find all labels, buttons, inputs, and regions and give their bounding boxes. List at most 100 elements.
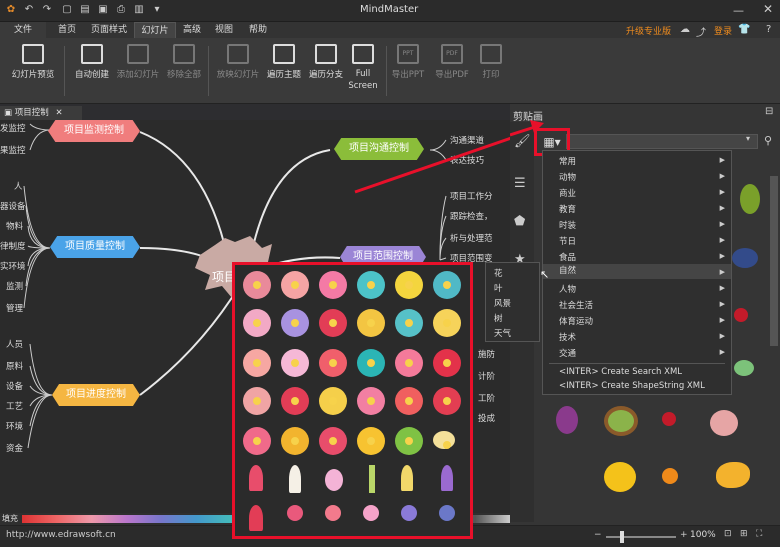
menu-item-business[interactable]: 商业 bbox=[559, 187, 576, 199]
flower-clipart[interactable] bbox=[439, 505, 455, 521]
more-icon[interactable]: ▾ bbox=[150, 3, 164, 17]
submenu-item-trees[interactable]: 树 bbox=[494, 312, 503, 324]
tab-home[interactable]: 首页 bbox=[50, 22, 84, 38]
traverse-topic-button[interactable]: 遍历主题 bbox=[264, 44, 304, 80]
menu-item-nature[interactable]: 自然 bbox=[543, 264, 731, 279]
redo-icon[interactable]: ↷ bbox=[40, 3, 54, 17]
menu-item-festival[interactable]: 节日 bbox=[559, 235, 576, 247]
zoom-slider-handle[interactable] bbox=[620, 531, 624, 543]
flower-clipart[interactable] bbox=[281, 387, 309, 415]
flower-clipart[interactable] bbox=[319, 387, 347, 415]
zoom-in-icon[interactable]: + bbox=[680, 530, 688, 540]
menu-item-technology[interactable]: 技术 bbox=[559, 331, 576, 343]
kumquat-clipart[interactable] bbox=[662, 468, 678, 484]
scrollbar[interactable] bbox=[770, 176, 778, 346]
flower-clipart[interactable] bbox=[395, 309, 423, 337]
menu-item-social-life[interactable]: 社会生活 bbox=[559, 299, 593, 311]
tab-slides[interactable]: 幻灯片 bbox=[134, 22, 176, 38]
pin-icon[interactable]: ⊟ bbox=[765, 106, 773, 117]
flower-clipart[interactable] bbox=[433, 431, 455, 449]
upgrade-link[interactable]: 升级专业版 bbox=[626, 24, 671, 37]
cloud-icon[interactable]: ☁ bbox=[680, 24, 690, 35]
flower-clipart[interactable] bbox=[319, 309, 347, 337]
search-dropdown-icon[interactable]: ▾ bbox=[746, 134, 750, 143]
rose-clipart[interactable] bbox=[249, 505, 263, 531]
new-icon[interactable]: ▢ bbox=[60, 3, 74, 17]
file-menu[interactable]: 文件 bbox=[0, 22, 46, 38]
minimize-button[interactable]: — bbox=[733, 4, 744, 17]
print-icon[interactable]: ⎙ bbox=[114, 3, 128, 17]
submenu-item-landscape[interactable]: 风景 bbox=[494, 297, 511, 309]
flower-clipart[interactable] bbox=[433, 387, 461, 415]
flower-clipart[interactable] bbox=[357, 309, 385, 337]
cherry-clipart[interactable] bbox=[734, 308, 748, 322]
remove-all-button[interactable]: 移除全部 bbox=[164, 44, 204, 80]
flower-clipart[interactable] bbox=[395, 271, 423, 299]
help-icon[interactable]: ? bbox=[766, 24, 771, 35]
fit-page-icon[interactable]: ⊡ bbox=[724, 529, 732, 539]
menu-item-sports[interactable]: 体育运动 bbox=[559, 315, 593, 327]
flower-clipart[interactable] bbox=[357, 349, 385, 377]
flower-clipart[interactable] bbox=[395, 349, 423, 377]
menu-item-create-search-xml[interactable]: <INTER> Create Search XML bbox=[559, 367, 682, 377]
fruit-clipart[interactable] bbox=[740, 184, 760, 214]
flower-clipart[interactable] bbox=[243, 387, 271, 415]
flower-clipart[interactable] bbox=[243, 349, 271, 377]
flower-clipart[interactable] bbox=[319, 427, 347, 455]
print-button[interactable]: 打印 bbox=[476, 44, 506, 80]
tulip-clipart[interactable] bbox=[441, 465, 453, 491]
tab-view[interactable]: 视图 bbox=[210, 22, 238, 38]
menu-item-food[interactable]: 食品 bbox=[559, 251, 576, 263]
login-link[interactable]: 登录 bbox=[714, 24, 732, 37]
tab-advanced[interactable]: 高级 bbox=[178, 22, 206, 38]
close-tab-icon[interactable]: ✕ bbox=[55, 108, 62, 118]
menu-item-transport[interactable]: 交通 bbox=[559, 347, 576, 359]
flower-clipart[interactable] bbox=[395, 427, 423, 455]
menu-item-fashion[interactable]: 时装 bbox=[559, 219, 576, 231]
full-screen-button[interactable]: Full Screen bbox=[346, 44, 380, 92]
calla-lily-clipart[interactable] bbox=[289, 465, 301, 493]
add-slide-button[interactable]: 添加幻灯片 bbox=[114, 44, 162, 80]
menu-item-animals[interactable]: 动物 bbox=[559, 171, 576, 183]
flower-clipart[interactable] bbox=[243, 309, 271, 337]
flower-clipart[interactable] bbox=[395, 387, 423, 415]
cherry-clipart[interactable] bbox=[662, 412, 676, 426]
mango-clipart[interactable] bbox=[716, 462, 750, 488]
export-pdf-button[interactable]: PDF 导出PDF bbox=[430, 44, 474, 80]
zoom-slider[interactable] bbox=[606, 536, 676, 538]
bud-clipart[interactable] bbox=[369, 465, 375, 493]
lemon-clipart[interactable] bbox=[604, 462, 636, 492]
flower-clipart[interactable] bbox=[243, 427, 271, 455]
document-tab[interactable]: ▣ 项目控制 ✕ bbox=[0, 106, 82, 120]
fit-width-icon[interactable]: ⊞ bbox=[740, 529, 748, 539]
export-icon[interactable]: ▥ bbox=[132, 3, 146, 17]
tab-help[interactable]: 帮助 bbox=[244, 22, 272, 38]
flower-clipart[interactable] bbox=[433, 349, 461, 377]
submenu-item-leaves[interactable]: 叶 bbox=[494, 282, 503, 294]
kiwi-clipart[interactable] bbox=[604, 406, 638, 436]
flower-clipart[interactable] bbox=[433, 309, 461, 337]
flower-clipart[interactable] bbox=[319, 271, 347, 299]
submenu-item-flowers[interactable]: 花 bbox=[494, 267, 503, 279]
pentagon-icon[interactable]: ⬟ bbox=[514, 214, 525, 229]
zoom-out-icon[interactable]: − bbox=[594, 530, 602, 540]
flower-clipart[interactable] bbox=[357, 271, 385, 299]
menu-item-people[interactable]: 人物 bbox=[559, 283, 576, 295]
flower-clipart[interactable] bbox=[287, 505, 303, 521]
tab-page-style[interactable]: 页面样式 bbox=[86, 22, 132, 38]
open-icon[interactable]: ▤ bbox=[78, 3, 92, 17]
menu-item-create-shapestring-xml[interactable]: <INTER> Create ShapeString XML bbox=[559, 381, 705, 391]
menu-item-education[interactable]: 教育 bbox=[559, 203, 576, 215]
flower-clipart[interactable] bbox=[357, 387, 385, 415]
lily-clipart[interactable] bbox=[325, 469, 343, 491]
grape-clipart[interactable] bbox=[556, 406, 578, 434]
slide-preview-button[interactable]: 幻灯片预览 bbox=[8, 44, 58, 80]
flower-clipart[interactable] bbox=[319, 349, 347, 377]
flower-clipart[interactable] bbox=[281, 349, 309, 377]
save-icon[interactable]: ▣ bbox=[96, 3, 110, 17]
flower-clipart[interactable] bbox=[363, 505, 379, 521]
flower-clipart[interactable] bbox=[433, 271, 461, 299]
search-icon[interactable]: ⚲ bbox=[764, 134, 772, 147]
flower-clipart[interactable] bbox=[243, 271, 271, 299]
theme-icon[interactable]: 👕 bbox=[738, 24, 750, 35]
